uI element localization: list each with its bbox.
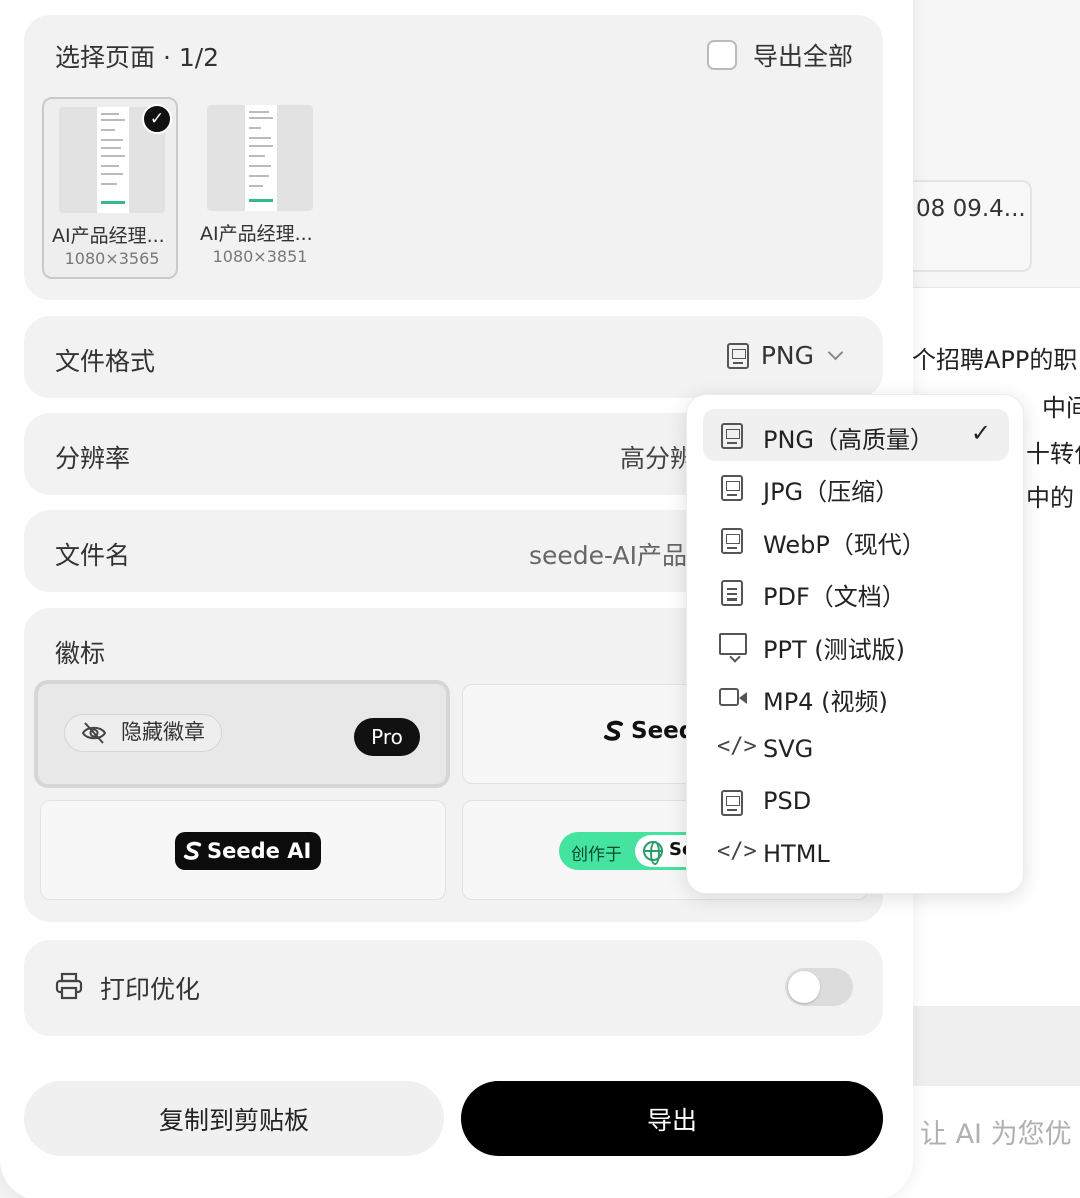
hide-badge-pill: 隐藏徽章 [64, 714, 222, 752]
format-option-ppt[interactable]: PPT (测试版) [703, 619, 1009, 671]
format-option-svg[interactable]: </> SVG [703, 724, 1009, 776]
page-preview [207, 105, 313, 211]
logo-label: 徽标 [55, 639, 106, 668]
pro-badge: Pro [354, 718, 420, 756]
seede-ai-badge: Seede AI [175, 832, 322, 870]
page-size: 1080×3565 [64, 249, 160, 268]
file-format-select[interactable]: PNG [726, 341, 844, 370]
selected-check-icon: ✓ [142, 104, 172, 134]
copy-to-clipboard-button[interactable]: 复制到剪贴板 [24, 1081, 444, 1156]
resolution-label: 分辨率 [55, 444, 131, 473]
export-all-label: 导出全部 [752, 42, 853, 71]
printer-icon [55, 972, 83, 1000]
page-name: AI产品经理... [52, 225, 165, 247]
pdf-file-icon [721, 580, 743, 606]
toggle-knob [788, 971, 820, 1003]
background-text-line: 中的 [1026, 484, 1074, 512]
format-option-webp[interactable]: WebP（现代） [703, 514, 1009, 566]
code-icon: </> [717, 734, 757, 759]
page-select-card: 选择页面 · 1/2 导出全部 ✓ AI产品经理... 1080×3565 AI… [24, 15, 883, 300]
file-format-value: PNG [760, 341, 814, 370]
checkbox[interactable] [706, 40, 737, 70]
file-format-row[interactable]: 文件格式 PNG [24, 316, 883, 398]
created-by-label: 创作于 [571, 845, 622, 865]
print-optimize-row: 打印优化 [24, 940, 883, 1036]
export-all-checkbox[interactable]: 导出全部 [706, 37, 853, 73]
hide-badge-option[interactable]: 隐藏徽章 Pro [34, 680, 450, 788]
presentation-icon [719, 633, 747, 655]
webp-file-icon [721, 528, 743, 554]
format-option-pdf[interactable]: PDF（文档） [703, 566, 1009, 618]
resolution-value: 高分辨 [620, 444, 696, 473]
page-thumbnail-2[interactable]: AI产品经理... 1080×3851 [192, 97, 328, 279]
page-size: 1080×3851 [212, 247, 308, 266]
check-icon: ✓ [970, 419, 991, 447]
filename-label: 文件名 [55, 541, 131, 570]
print-optimize-label: 打印优化 [100, 975, 201, 1004]
jpg-file-icon [721, 475, 743, 501]
seede-logo-icon [183, 841, 202, 860]
seed-logo: Seed [603, 718, 695, 744]
filename-input[interactable]: seede-AI产品 [529, 536, 687, 572]
psd-file-icon [721, 790, 743, 816]
format-dropdown: PNG（高质量） ✓ JPG（压缩） WebP（现代） PDF（文档） PPT … [686, 394, 1024, 894]
format-option-jpg[interactable]: JPG（压缩） [703, 461, 1009, 513]
hide-badge-label: 隐藏徽章 [121, 720, 205, 744]
chevron-down-icon [827, 344, 844, 361]
format-option-html[interactable]: </> HTML [703, 829, 1009, 881]
video-icon [719, 688, 747, 706]
background-text-line: 十转化 [1026, 440, 1080, 468]
seede-logo-icon [604, 720, 623, 741]
seede-ai-logo-option[interactable]: Seede AI [40, 800, 446, 900]
file-format-label: 文件格式 [55, 347, 156, 376]
export-button[interactable]: 导出 [461, 1081, 883, 1156]
background-text-line: 中间 [1042, 394, 1080, 422]
file-icon [726, 342, 749, 369]
page-name: AI产品经理... [200, 223, 313, 245]
globe-icon [643, 841, 663, 865]
background-text-line: 个招聘APP的职 [912, 346, 1078, 374]
png-file-icon [721, 423, 743, 449]
code-icon: </> [717, 839, 757, 864]
eye-off-icon [81, 722, 107, 744]
print-optimize-toggle[interactable] [785, 968, 853, 1006]
format-option-psd[interactable]: PSD [703, 776, 1009, 828]
format-option-mp4[interactable]: MP4 (视频) [703, 671, 1009, 723]
page-thumbnail-1[interactable]: ✓ AI产品经理... 1080×3565 [42, 97, 178, 279]
format-option-png[interactable]: PNG（高质量） ✓ [703, 409, 1009, 461]
page-select-title: 选择页面 · 1/2 [55, 43, 220, 72]
